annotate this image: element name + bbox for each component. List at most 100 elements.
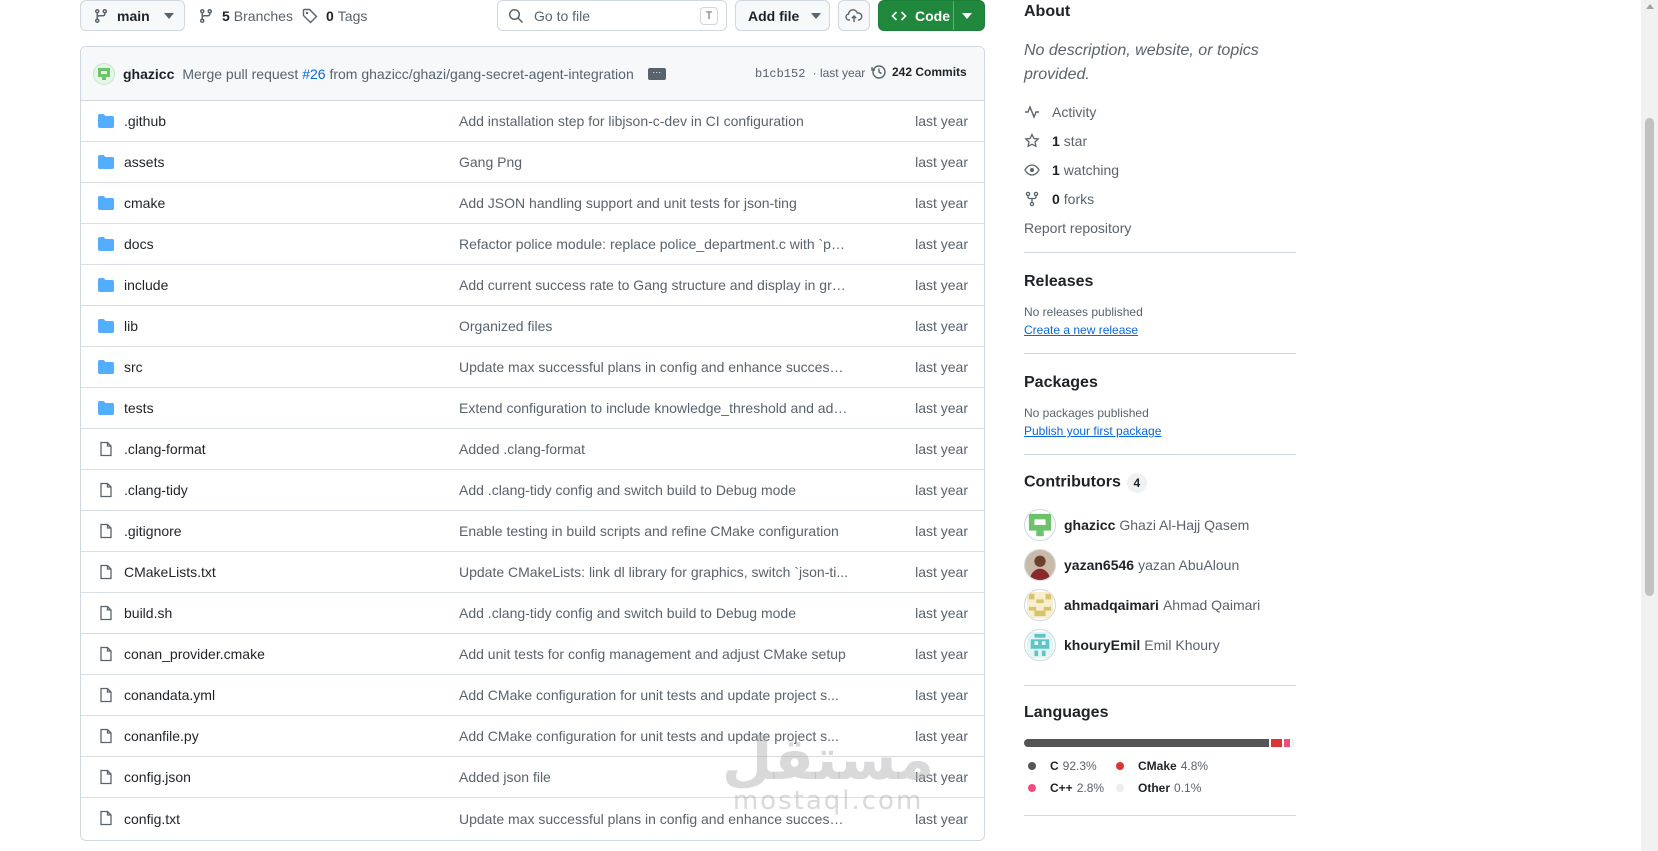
report-repository-link[interactable]: Report repository [1024,213,1296,242]
file-icon [100,646,112,662]
contributor-item[interactable]: ahmadqaimari Ahmad Qaimari [1024,585,1296,625]
branches-link[interactable]: 5 Branches [198,0,293,31]
page-scrollbar[interactable] [1641,0,1658,851]
avatar[interactable] [93,62,115,85]
file-row[interactable]: lib Organized files last year [81,306,984,347]
file-name-link[interactable]: assets [124,154,164,170]
file-row[interactable]: .clang-format Added .clang-format last yea… [81,429,984,470]
file-commit-message-link[interactable]: Add .clang-tidy config and switch build … [459,482,849,498]
forks-link[interactable]: 0 forks [1024,184,1296,213]
contributor-login[interactable]: ahmadqaimari [1064,597,1159,613]
file-name-link[interactable]: include [124,277,168,293]
file-row[interactable]: conanfile.py Add CMake configuration for … [81,716,984,757]
file-commit-message-link[interactable]: Update max successful plans in config an… [459,811,849,827]
file-name-link[interactable]: src [124,359,143,375]
file-row[interactable]: config.json Added json file last year [81,757,984,798]
avatar[interactable] [1024,509,1056,541]
file-name-link[interactable]: conan_provider.cmake [124,646,265,662]
tags-link[interactable]: 0 Tags [302,0,367,31]
stars-link[interactable]: 1 star [1024,126,1296,155]
file-name-link[interactable]: .clang-format [124,441,206,457]
file-commit-message-link[interactable]: Added .clang-format [459,441,849,457]
file-name-link[interactable]: docs [124,236,154,252]
scroll-up-arrow-icon[interactable] [1646,4,1654,9]
file-name-link[interactable]: build.sh [124,605,172,621]
file-row[interactable]: .gitignore Enable testing in build script… [81,511,984,552]
file-row[interactable]: assets Gang Png last year [81,142,984,183]
file-name-link[interactable]: .github [124,113,166,129]
file-commit-message-link[interactable]: Add CMake configuration for unit tests a… [459,687,849,703]
pull-request-link[interactable]: #26 [302,66,325,82]
activity-link[interactable]: Activity [1024,97,1296,126]
file-row[interactable]: cmake Add JSON handling support and unit … [81,183,984,224]
file-name-link[interactable]: cmake [124,195,165,211]
file-commit-message-link[interactable]: Enable testing in build scripts and refi… [459,523,849,539]
avatar[interactable] [1024,549,1056,581]
code-button[interactable]: Code [878,0,985,31]
file-commit-message-link[interactable]: Gang Png [459,154,849,170]
file-row[interactable]: conandata.yml Add CMake configuration for… [81,675,984,716]
file-commit-message-link[interactable]: Add JSON handling support and unit tests… [459,195,849,211]
expand-commit-message-button[interactable]: ··· [647,67,666,80]
file-row[interactable]: .clang-tidy Add .clang-tidy config and sw… [81,470,984,511]
language-item[interactable]: CMake 4.8% [1112,755,1288,777]
avatar[interactable] [1024,629,1056,661]
divider [1024,353,1296,354]
commits-history-link[interactable]: 242 Commits [871,64,967,80]
commit-author-link[interactable]: ghazicc [123,66,174,82]
contributor-login[interactable]: ghazicc [1064,517,1115,533]
file-commit-message-link[interactable]: Add current success rate to Gang structu… [459,277,849,293]
file-commit-message-link[interactable]: Add installation step for libjson-c-dev … [459,113,849,129]
file-row[interactable]: build.sh Add .clang-tidy config and switc… [81,593,984,634]
branch-selector-button[interactable]: main [80,0,185,31]
file-commit-message-link[interactable]: Add CMake configuration for unit tests a… [459,728,849,744]
file-commit-message-link[interactable]: Refactor police module: replace police_d… [459,236,849,252]
file-row[interactable]: config.txt Update max successful plans in… [81,798,984,839]
contributor-item[interactable]: ghazicc Ghazi Al-Hajj Qasem [1024,505,1296,545]
file-name-link[interactable]: conanfile.py [124,728,199,744]
file-row[interactable]: tests Extend configuration to include kno… [81,388,984,429]
contributor-login[interactable]: yazan6546 [1064,557,1134,573]
file-name-link[interactable]: lib [124,318,138,334]
file-row[interactable]: .github Add installation step for libjson… [81,101,984,142]
file-name-link[interactable]: .clang-tidy [124,482,188,498]
avatar[interactable] [1024,589,1056,621]
file-commit-message-link[interactable]: Organized files [459,318,849,334]
watchers-link[interactable]: 1 watching [1024,155,1296,184]
publish-package-link[interactable]: Publish your first package [1024,424,1296,438]
codespaces-button[interactable] [838,0,870,31]
file-row[interactable]: CMakeLists.txt Update CMakeLists: link dl… [81,552,984,593]
file-commit-message-link[interactable]: Update max successful plans in config an… [459,359,849,375]
create-release-link[interactable]: Create a new release [1024,323,1296,337]
file-name-link[interactable]: tests [124,400,154,416]
packages-heading[interactable]: Packages [1024,374,1296,392]
file-commit-message-link[interactable]: Added json file [459,769,849,785]
contributor-login[interactable]: khouryEmil [1064,637,1140,653]
file-row[interactable]: src Update max successful plans in config… [81,347,984,388]
contributor-item[interactable]: yazan6546 yazan AbuAloun [1024,545,1296,585]
file-name-link[interactable]: CMakeLists.txt [124,564,216,580]
language-item[interactable]: C++ 2.8% [1024,777,1112,799]
add-file-button[interactable]: Add file [735,0,830,31]
contributors-header[interactable]: Contributors 4 [1024,473,1296,493]
scrollbar-thumb[interactable] [1645,118,1654,596]
file-row[interactable]: include Add current success rate to Gang … [81,265,984,306]
releases-heading[interactable]: Releases [1024,273,1296,291]
commit-message[interactable]: Merge pull request #26 from ghazicc/ghaz… [182,66,633,82]
tags-count: 0 [326,7,334,24]
contributor-item[interactable]: khouryEmil Emil Khoury [1024,625,1296,665]
file-commit-message-link[interactable]: Extend configuration to include knowledg… [459,400,849,416]
file-row[interactable]: conan_provider.cmake Add unit tests for c… [81,634,984,675]
file-name-link[interactable]: config.json [124,769,191,785]
file-name-link[interactable]: conandata.yml [124,687,215,703]
file-row[interactable]: docs Refactor police module: replace poli… [81,224,984,265]
file-commit-message-link[interactable]: Update CMakeLists: link dl library for g… [459,564,849,580]
file-name-link[interactable]: config.txt [124,811,180,827]
go-to-file-input[interactable]: Go to file T [497,0,727,31]
file-name-link[interactable]: .gitignore [124,523,182,539]
file-commit-message-link[interactable]: Add .clang-tidy config and switch build … [459,605,849,621]
commit-sha[interactable]: b1cb152 · last year [755,66,865,81]
language-item[interactable]: Other 0.1% [1112,777,1288,799]
language-item[interactable]: C 92.3% [1024,755,1112,777]
file-commit-message-link[interactable]: Add unit tests for config management and… [459,646,849,662]
